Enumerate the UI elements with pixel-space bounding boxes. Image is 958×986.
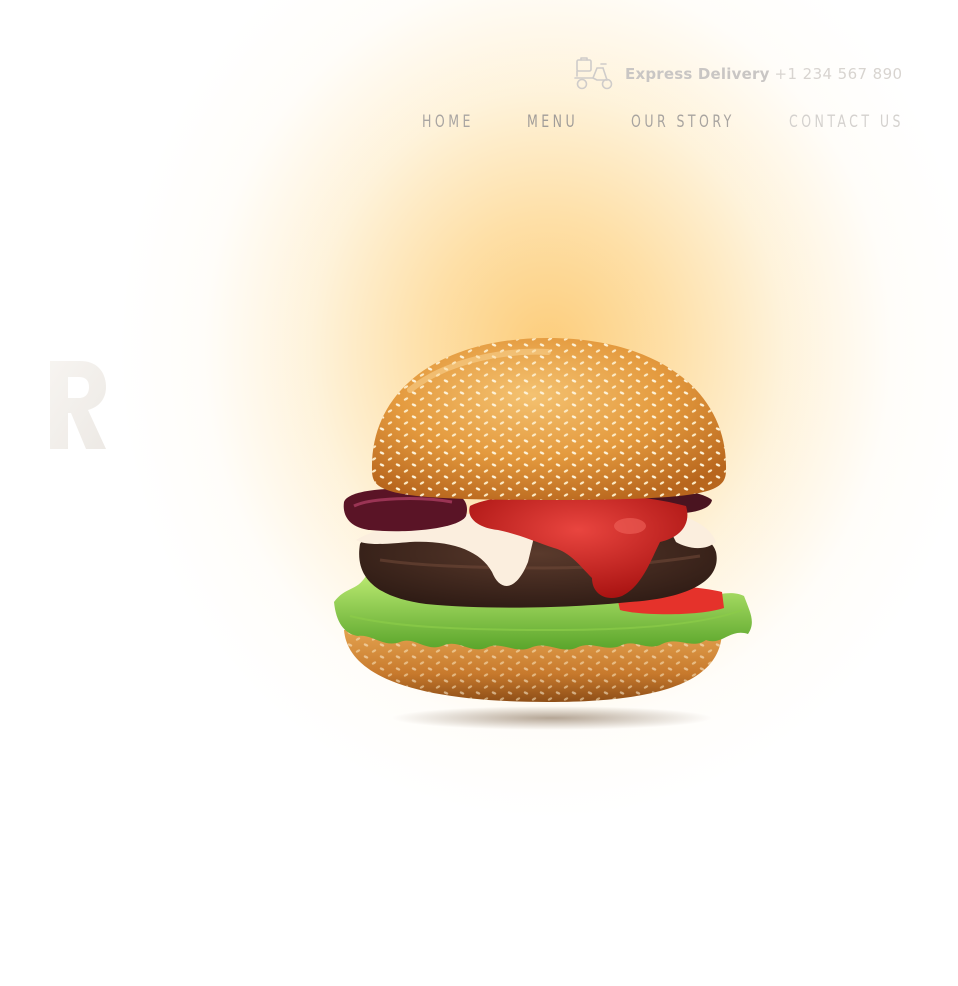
delivery-label: Express Delivery bbox=[625, 65, 770, 83]
burger-image bbox=[330, 330, 762, 730]
logo-letter-icon bbox=[44, 355, 110, 455]
nav-item-our-story[interactable]: OUR STORY bbox=[631, 112, 735, 132]
nav-item-home[interactable]: HOME bbox=[422, 112, 474, 132]
page: Express Delivery +1 234 567 890 HOME MEN… bbox=[0, 0, 958, 986]
delivery-scooter-icon bbox=[573, 56, 615, 92]
delivery-phone-link[interactable]: +1 234 567 890 bbox=[775, 65, 903, 83]
express-delivery-bar[interactable]: Express Delivery +1 234 567 890 bbox=[573, 56, 902, 92]
main-nav: HOME MENU OUR STORY CONTACT US bbox=[0, 112, 958, 140]
nav-item-menu[interactable]: MENU bbox=[527, 112, 578, 132]
nav-item-contact-us[interactable]: CONTACT US bbox=[789, 112, 904, 132]
